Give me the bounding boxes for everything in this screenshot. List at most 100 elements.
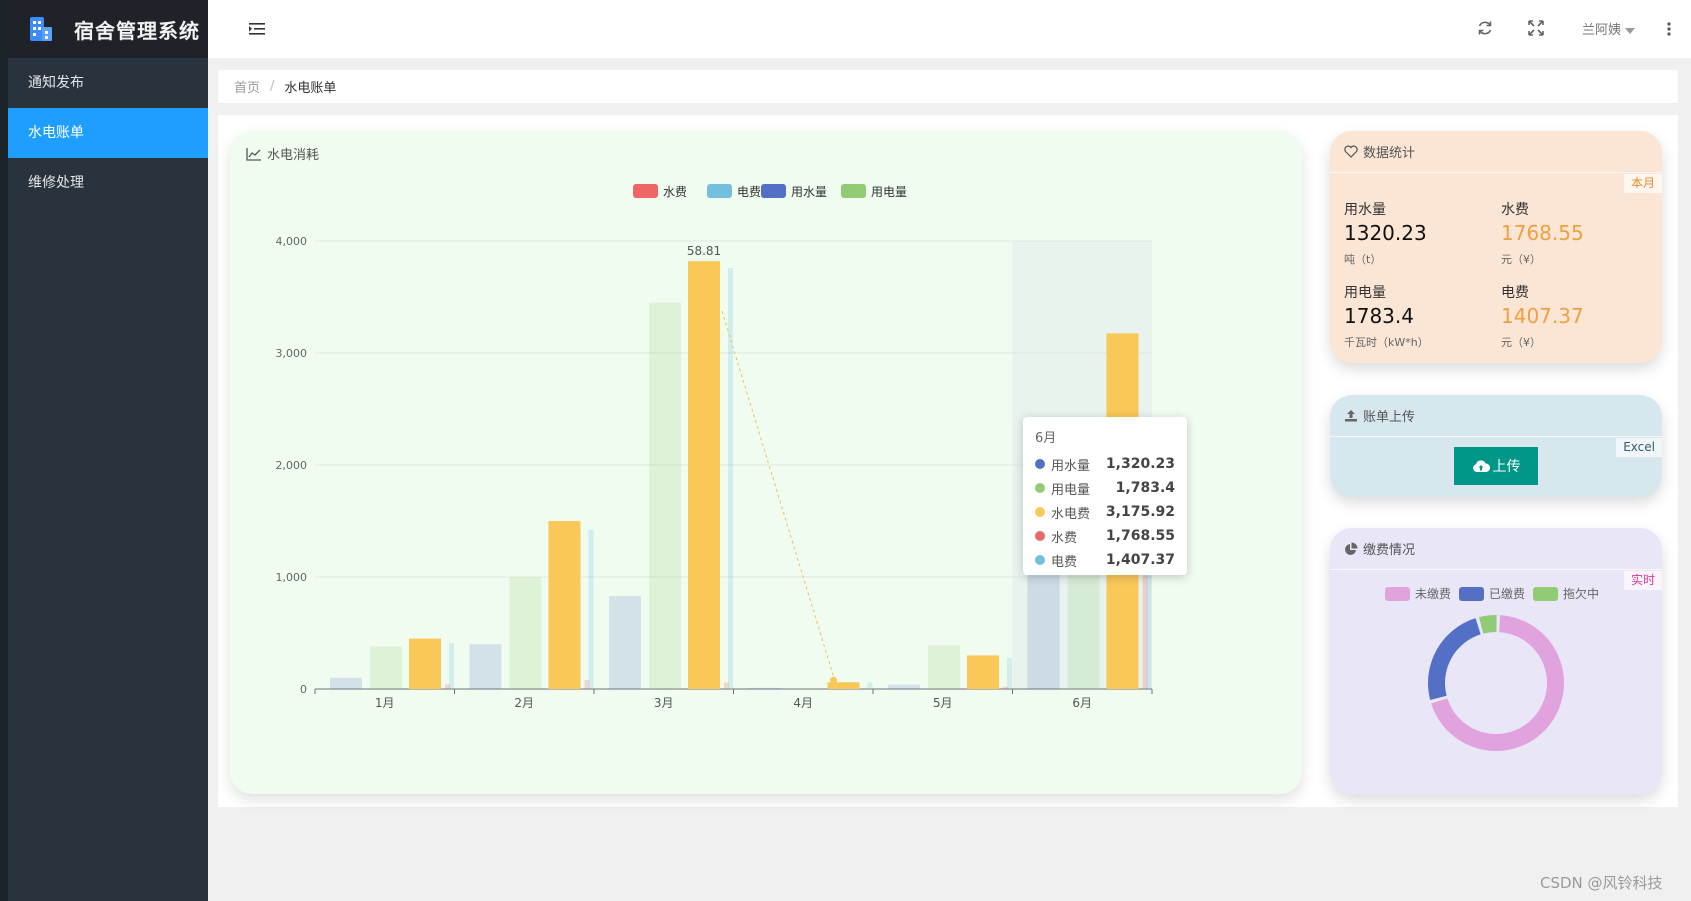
y-tick-label: 1,000	[276, 571, 308, 584]
y-tick-label: 3,000	[276, 347, 308, 360]
stat-elec-usage: 用电量 1783.4 千瓦时（kW*h）	[1344, 282, 1494, 350]
bar-电费-3月[interactable]	[728, 267, 733, 689]
bar-用水量-2月[interactable]	[469, 644, 502, 689]
stat-label: 用水量	[1344, 202, 1386, 218]
legend-item-用水量[interactable]: 用水量	[761, 184, 827, 199]
stat-unit: 千瓦时（kW*h）	[1344, 336, 1429, 349]
donut-slice-已缴费[interactable]	[1428, 618, 1481, 701]
stat-unit: 吨（t）	[1344, 253, 1382, 266]
bar-用电量-1月[interactable]	[370, 646, 402, 689]
legend-label: 用水量	[791, 185, 827, 199]
legend-swatch	[761, 184, 786, 198]
legend-label: 水费	[663, 185, 687, 199]
upload-icon	[1345, 410, 1357, 422]
upload-card: 账单上传 Excel 上传	[1330, 395, 1662, 497]
legend-label: 电费	[737, 185, 761, 199]
refresh-icon[interactable]	[1476, 19, 1494, 37]
cloud-upload-icon	[1472, 460, 1490, 472]
bar-电费-5月[interactable]	[1007, 657, 1012, 689]
stat-label: 水费	[1501, 202, 1529, 218]
x-tick-label: 4月	[793, 696, 813, 710]
legend-item-用电量[interactable]: 用电量	[841, 184, 907, 199]
bar-水电费-3月[interactable]	[688, 261, 720, 689]
sidebar: 宿舍管理系统 通知发布 水电账单 维修处理	[8, 0, 208, 901]
bar-电费-1月[interactable]	[449, 643, 454, 689]
tooltip-series-value: 1,320.23	[1105, 456, 1175, 472]
breadcrumb: 首页 / 水电账单	[218, 70, 1678, 104]
heart-icon	[1344, 145, 1358, 158]
more-vertical-icon[interactable]	[1666, 20, 1672, 38]
breadcrumb-home[interactable]: 首页	[234, 77, 260, 96]
tooltip-series-value: 1,783.4	[1115, 480, 1175, 496]
payment-donut-chart	[1428, 615, 1564, 751]
watermark: CSDN @风铃科技	[1540, 874, 1663, 892]
bar-用水量-1月[interactable]	[330, 677, 362, 689]
fullscreen-icon[interactable]	[1527, 19, 1545, 37]
data-label: 58.81	[687, 244, 721, 258]
stat-value: 1320.23	[1344, 221, 1427, 245]
top-header: 兰阿姨	[208, 0, 1691, 58]
building-icon	[30, 17, 52, 41]
upload-card-title: 账单上传	[1363, 410, 1416, 425]
x-tick-label: 6月	[1072, 696, 1092, 710]
donut-slice-拖欠中[interactable]	[1478, 615, 1497, 634]
breadcrumb-current: 水电账单	[284, 81, 337, 96]
tooltip-dot	[1035, 483, 1045, 493]
stat-label: 用电量	[1344, 285, 1386, 301]
tooltip-row: 水费 1,768.55	[1035, 524, 1175, 548]
bar-用水量-5月[interactable]	[888, 684, 920, 689]
tooltip-row: 用电量 1,783.4	[1035, 476, 1175, 500]
legend-swatch	[633, 184, 658, 198]
upload-button[interactable]: 上传	[1454, 447, 1538, 485]
tooltip-row: 用水量 1,320.23	[1035, 452, 1175, 476]
bar-电费-2月[interactable]	[588, 529, 594, 689]
bar-水电费-2月[interactable]	[548, 521, 581, 689]
sidebar-item-notice[interactable]: 通知发布	[8, 58, 208, 108]
connector-point	[830, 676, 837, 684]
sidebar-item-bills[interactable]: 水电账单	[8, 108, 208, 158]
sidebar-item-repair[interactable]: 维修处理	[8, 158, 208, 208]
payment-card: 缴费情况 实时 未缴费 已缴费 拖欠中	[1330, 528, 1662, 794]
user-name: 兰阿姨	[1582, 23, 1622, 38]
stat-value: 1783.4	[1344, 304, 1414, 328]
breadcrumb-separator: /	[270, 79, 275, 94]
legend-swatch	[841, 184, 866, 198]
tooltip-title: 6月	[1035, 431, 1057, 446]
legend-item-水费[interactable]: 水费	[633, 184, 687, 199]
tooltip-series-name: 水电费	[1051, 506, 1091, 522]
tooltip-series-value: 1,768.55	[1105, 528, 1175, 544]
x-tick-label: 3月	[654, 696, 674, 710]
bar-用电量-5月[interactable]	[928, 645, 960, 689]
app-title: 宿舍管理系统	[74, 18, 200, 43]
bar-用电量-2月[interactable]	[509, 577, 542, 689]
stats-card: 数据统计 本月 用水量 1320.23 吨（t） 水费 1768.55 元（¥）…	[1330, 131, 1662, 363]
x-tick-label: 1月	[375, 696, 395, 710]
tooltip-series-value: 1,407.37	[1105, 552, 1175, 568]
tooltip-dot	[1035, 555, 1045, 565]
connector-line	[721, 311, 834, 677]
bar-水电费-5月[interactable]	[967, 655, 999, 689]
bar-用电量-4月[interactable]	[788, 688, 821, 689]
tooltip-dot	[1035, 507, 1045, 517]
tooltip-series-name: 水费	[1051, 530, 1078, 546]
stats-card-header: 数据统计	[1330, 131, 1662, 173]
tooltip-series-name: 用电量	[1051, 482, 1091, 498]
bar-用水量-3月[interactable]	[609, 596, 641, 689]
user-menu[interactable]: 兰阿姨	[1582, 19, 1636, 38]
bar-用水量-4月[interactable]	[748, 687, 781, 689]
stat-unit: 元（¥）	[1501, 336, 1541, 349]
caret-down-icon	[1625, 27, 1636, 34]
menu-fold-icon[interactable]	[248, 20, 266, 38]
tooltip-row: 水电费 3,175.92	[1035, 500, 1175, 524]
legend-item-电费[interactable]: 电费	[707, 184, 761, 199]
window-edge	[0, 0, 8, 901]
bar-电费-4月[interactable]	[867, 682, 873, 689]
stat-water-fee: 水费 1768.55 元（¥）	[1501, 199, 1651, 267]
bar-水电费-1月[interactable]	[409, 638, 441, 689]
tooltip-series-name: 电费	[1051, 554, 1078, 570]
bar-用电量-3月[interactable]	[649, 302, 681, 689]
stat-unit: 元（¥）	[1501, 253, 1541, 266]
tooltip-series-value: 3,175.92	[1105, 504, 1175, 520]
stat-value: 1768.55	[1501, 221, 1584, 245]
stat-label: 电费	[1501, 285, 1529, 301]
